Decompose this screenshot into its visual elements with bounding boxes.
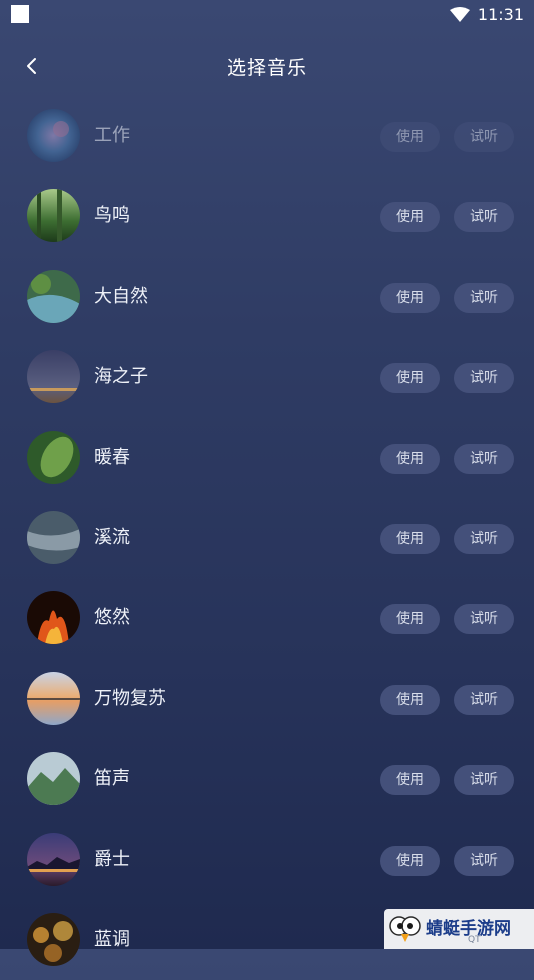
track-thumbnail bbox=[27, 109, 80, 162]
track-name: 大自然 bbox=[94, 285, 148, 307]
track-thumbnail bbox=[27, 671, 80, 725]
track-thumbnail bbox=[27, 189, 80, 243]
track-name: 万物复苏 bbox=[94, 687, 166, 709]
list-item[interactable]: 暖春 使用 试听 bbox=[0, 418, 534, 498]
status-time: 11:31 bbox=[477, 5, 524, 24]
list-item[interactable]: 笛声 使用 试听 bbox=[0, 739, 534, 819]
track-thumbnail bbox=[27, 350, 80, 404]
preview-button[interactable]: 试听 bbox=[454, 202, 514, 233]
watermark: 蜻蜓手游网 QT bbox=[384, 909, 534, 949]
track-name: 暖春 bbox=[94, 446, 130, 468]
list-item[interactable]: 溪流 使用 试听 bbox=[0, 498, 534, 578]
track-name: 海之子 bbox=[94, 366, 148, 388]
use-button[interactable]: 使用 bbox=[380, 604, 440, 635]
notification-square-icon bbox=[11, 5, 29, 23]
list-item[interactable]: 悠然 使用 试听 bbox=[0, 578, 534, 658]
use-button[interactable]: 使用 bbox=[380, 202, 440, 233]
track-name: 悠然 bbox=[94, 607, 130, 629]
track-name: 工作 bbox=[94, 125, 130, 146]
use-button[interactable]: 使用 bbox=[380, 845, 440, 876]
use-button[interactable]: 使用 bbox=[380, 765, 440, 796]
use-button[interactable]: 使用 bbox=[380, 282, 440, 313]
preview-button[interactable]: 试听 bbox=[454, 122, 514, 152]
music-list: 工作 使用 试听 鸟鸣 使用 试听 大自然 使用 试听 海之子 使用 试听 暖春… bbox=[0, 96, 534, 980]
track-thumbnail bbox=[27, 591, 80, 645]
list-item[interactable]: 工作 使用 试听 bbox=[0, 96, 534, 176]
wifi-icon bbox=[450, 7, 470, 22]
preview-button[interactable]: 试听 bbox=[454, 523, 514, 554]
list-item[interactable]: 大自然 使用 试听 bbox=[0, 257, 534, 337]
status-bar: 11:31 bbox=[0, 0, 534, 30]
use-button[interactable]: 使用 bbox=[380, 443, 440, 474]
dragonfly-logo-icon bbox=[389, 916, 421, 942]
track-thumbnail bbox=[27, 430, 80, 484]
preview-button[interactable]: 试听 bbox=[454, 282, 514, 313]
track-thumbnail bbox=[27, 832, 80, 886]
watermark-subtext: QT bbox=[468, 935, 481, 945]
use-button[interactable]: 使用 bbox=[380, 684, 440, 715]
track-thumbnail bbox=[27, 269, 80, 323]
preview-button[interactable]: 试听 bbox=[454, 363, 514, 394]
use-button[interactable]: 使用 bbox=[380, 523, 440, 554]
preview-button[interactable]: 试听 bbox=[454, 765, 514, 796]
list-item[interactable]: 海之子 使用 试听 bbox=[0, 337, 534, 417]
track-name: 溪流 bbox=[94, 526, 130, 548]
use-button[interactable]: 使用 bbox=[380, 363, 440, 394]
use-button[interactable]: 使用 bbox=[380, 122, 440, 152]
track-name: 蓝调 bbox=[94, 928, 130, 950]
list-item[interactable]: 爵士 使用 试听 bbox=[0, 820, 534, 900]
page-title: 选择音乐 bbox=[226, 57, 307, 79]
nav-bar: 选择音乐 bbox=[0, 44, 534, 88]
track-name: 笛声 bbox=[94, 768, 130, 790]
track-thumbnail bbox=[27, 912, 80, 966]
list-item[interactable]: 鸟鸣 使用 试听 bbox=[0, 176, 534, 256]
track-thumbnail bbox=[27, 752, 80, 806]
preview-button[interactable]: 试听 bbox=[454, 684, 514, 715]
preview-button[interactable]: 试听 bbox=[454, 443, 514, 474]
track-name: 鸟鸣 bbox=[94, 205, 130, 227]
track-thumbnail bbox=[27, 510, 80, 564]
list-item[interactable]: 万物复苏 使用 试听 bbox=[0, 659, 534, 739]
track-name: 爵士 bbox=[94, 848, 130, 870]
preview-button[interactable]: 试听 bbox=[454, 845, 514, 876]
preview-button[interactable]: 试听 bbox=[454, 604, 514, 635]
